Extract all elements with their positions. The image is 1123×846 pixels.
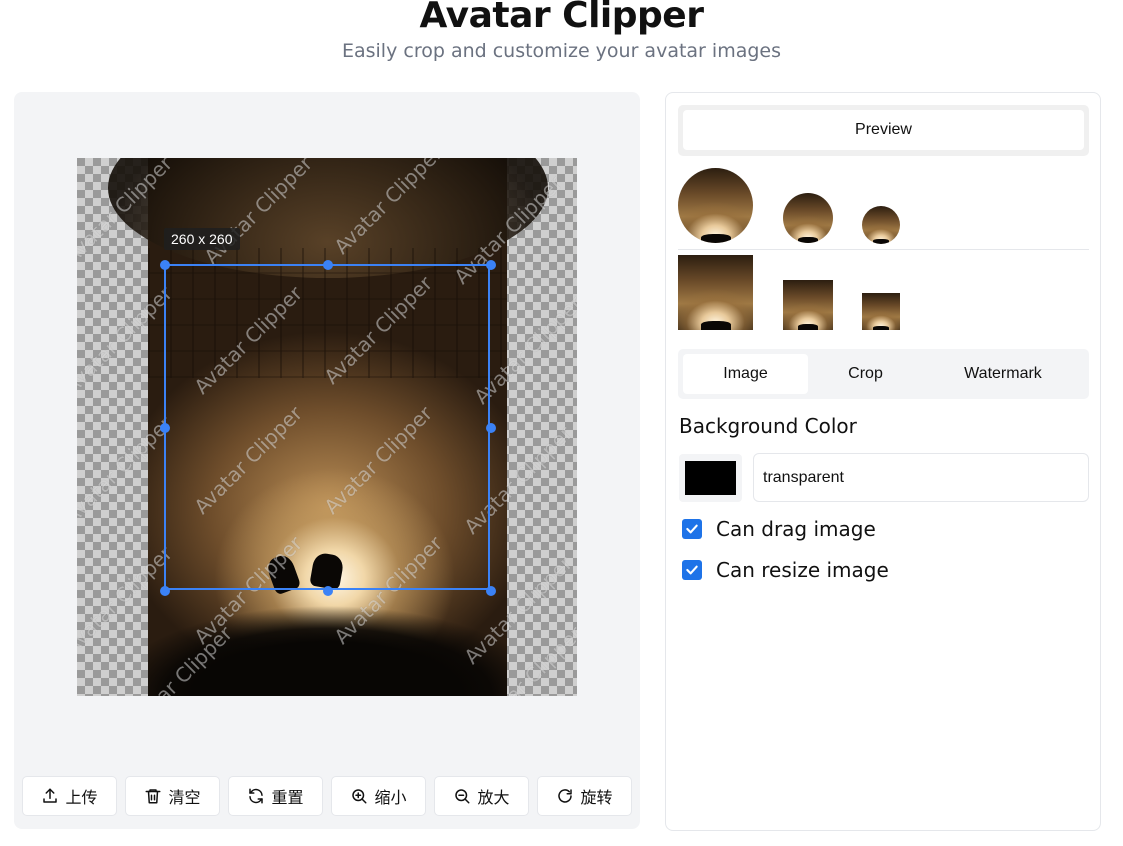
rotate-label: 旋转 — [580, 788, 613, 807]
settings-tabs: Image Crop Watermark — [678, 349, 1089, 399]
crop-box[interactable] — [160, 260, 496, 596]
can-resize-checkbox[interactable] — [682, 560, 702, 580]
checkmark-icon — [686, 524, 698, 534]
tab-crop[interactable]: Crop — [808, 354, 923, 394]
rotate-icon — [558, 789, 573, 803]
can-resize-row[interactable]: Can resize image — [682, 558, 889, 582]
can-drag-label: Can drag image — [716, 517, 876, 541]
preview-square-small — [862, 293, 900, 330]
upload-label: 上传 — [65, 788, 98, 807]
clear-button[interactable]: 清空 — [125, 776, 220, 816]
preview-tab-bar: Preview — [678, 105, 1089, 156]
divider — [678, 249, 1089, 250]
zoom-in-button[interactable]: 放大 — [434, 776, 529, 816]
page-title: Avatar Clipper — [419, 0, 704, 36]
upload-button[interactable]: 上传 — [22, 776, 117, 816]
zoom-out-button[interactable]: 缩小 — [331, 776, 426, 816]
refresh-icon — [249, 788, 264, 804]
background-color-swatch[interactable] — [679, 454, 742, 502]
preview-circle-small — [862, 206, 900, 244]
can-drag-checkbox[interactable] — [682, 519, 702, 539]
trash-icon — [145, 789, 161, 804]
tab-watermark[interactable]: Watermark — [928, 354, 1078, 394]
background-color-label: Background Color — [679, 414, 857, 438]
resize-handle-bottom-right[interactable] — [486, 586, 496, 596]
resize-handle-top[interactable] — [323, 260, 333, 270]
preview-circle-medium — [783, 193, 833, 243]
resize-handle-bottom[interactable] — [323, 586, 333, 596]
checkmark-icon — [686, 565, 698, 575]
crop-size-label: 260 x 260 — [164, 228, 240, 250]
page-subtitle: Easily crop and customize your avatar im… — [341, 40, 781, 62]
upload-icon — [43, 788, 58, 803]
page-header: Avatar Clipper Easily crop and customize… — [0, 0, 1123, 62]
swatch-color — [685, 461, 736, 495]
resize-handle-bottom-left[interactable] — [160, 586, 170, 596]
resize-handle-top-left[interactable] — [160, 260, 170, 270]
editor-toolbar: 上传 清空 重置 缩小 放大 旋转 — [22, 776, 632, 816]
zoom-in-label: 放大 — [477, 788, 510, 807]
clear-label: 清空 — [168, 788, 201, 807]
settings-panel: Preview Image Crop Watermark Background … — [665, 92, 1101, 831]
zoom-in-icon — [352, 789, 367, 804]
tab-image[interactable]: Image — [683, 354, 808, 394]
editor-panel: Avatar Clipper Avatar Clipper Avatar Cli… — [14, 92, 640, 829]
reset-button[interactable]: 重置 — [228, 776, 323, 816]
tab-preview[interactable]: Preview — [683, 110, 1084, 150]
zoom-out-label: 缩小 — [374, 788, 407, 807]
resize-handle-top-right[interactable] — [486, 260, 496, 270]
preview-square-large — [678, 255, 753, 330]
reset-label: 重置 — [271, 788, 304, 807]
can-drag-row[interactable]: Can drag image — [682, 517, 876, 541]
resize-handle-right[interactable] — [486, 423, 496, 433]
resize-handle-left[interactable] — [160, 423, 170, 433]
background-color-input[interactable] — [753, 453, 1089, 502]
preview-circle-large — [678, 168, 753, 243]
can-resize-label: Can resize image — [716, 558, 889, 582]
crop-canvas[interactable]: Avatar Clipper Avatar Clipper Avatar Cli… — [77, 158, 577, 696]
preview-square-medium — [783, 280, 833, 330]
zoom-out-icon — [455, 789, 470, 804]
rotate-button[interactable]: 旋转 — [537, 776, 632, 816]
